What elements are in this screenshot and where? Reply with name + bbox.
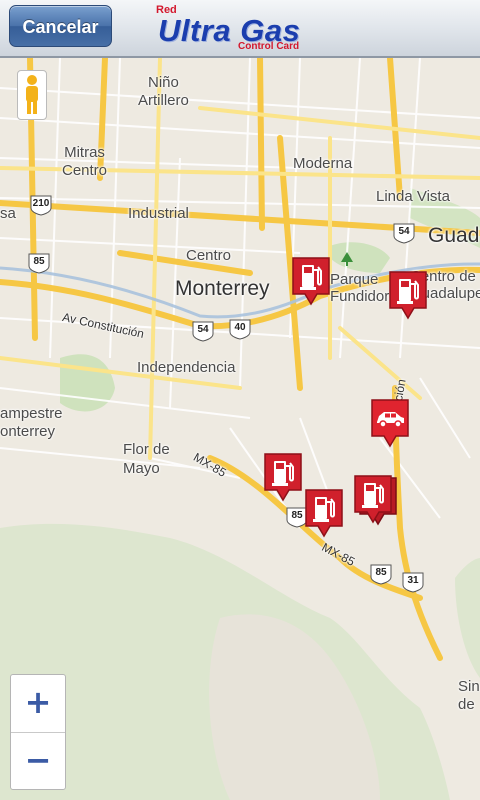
place-label-flor-de-mayo: Flor de Mayo [123, 441, 170, 477]
fuel-pump-icon [389, 271, 427, 320]
car-icon [371, 399, 409, 448]
place-label-monterrey: Monterrey [175, 277, 270, 300]
ultra-gas-logo: Red Ultra Gas Control Card [152, 3, 332, 55]
place-label-sin: Sin de [458, 678, 480, 713]
place-label-campestre: ampestre onterrey [0, 405, 63, 440]
place-label-nino-artillero: Niño Artillero [138, 74, 189, 109]
highway-shield: 31 [402, 572, 424, 593]
place-label-centro: Centro [186, 247, 232, 264]
zoom-in-button[interactable]: + [11, 675, 65, 733]
logo-sub-text: Control Card [238, 41, 300, 52]
place-label-mitras-centro: Mitras Centro [62, 144, 108, 179]
highway-shield: 85 [28, 253, 50, 274]
street-view-pegman[interactable] [17, 70, 47, 120]
highway-shield: 210 [30, 195, 52, 216]
tree-icon [341, 252, 353, 266]
gas-station-marker[interactable] [263, 452, 303, 502]
map-view[interactable]: Niño Artillero Mitras Centro Moderna Linda… [0, 58, 480, 800]
fuel-pump-icon [354, 475, 392, 524]
highway-shield: 40 [229, 319, 251, 340]
fuel-pump-icon [305, 489, 343, 538]
place-label-industrial: Industrial [128, 205, 189, 222]
gas-station-marker[interactable] [304, 488, 344, 538]
cancel-button[interactable]: Cancelar [9, 5, 112, 47]
gas-station-marker[interactable] [291, 256, 331, 306]
highway-shield: 54 [393, 223, 415, 244]
place-label-independencia: Independencia [137, 359, 236, 376]
top-bar: Cancelar Red Ultra Gas Control Card [0, 0, 480, 58]
fuel-pump-icon [264, 453, 302, 502]
pegman-icon [26, 75, 38, 114]
place-label-sa: sa [0, 205, 16, 222]
fuel-pump-icon [292, 257, 330, 306]
gas-station-marker[interactable] [388, 270, 428, 320]
vehicle-marker[interactable] [370, 398, 410, 448]
gas-station-marker[interactable] [353, 474, 393, 524]
place-label-moderna: Moderna [293, 155, 353, 172]
highway-shield: 85 [370, 564, 392, 585]
zoom-out-button[interactable]: − [11, 733, 65, 790]
highway-shield: 54 [192, 321, 214, 342]
zoom-control: + − [10, 674, 66, 790]
place-label-guad: Guad [428, 224, 480, 247]
place-label-linda-vista: Linda Vista [376, 188, 450, 205]
